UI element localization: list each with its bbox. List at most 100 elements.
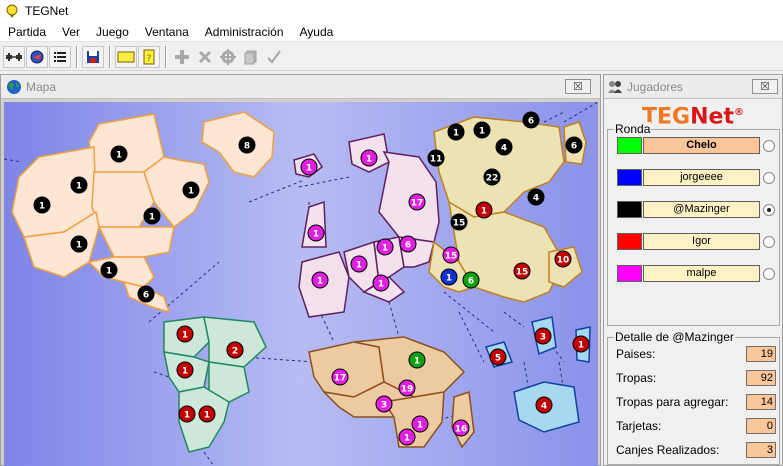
army-marker[interactable]: 6: [522, 111, 540, 129]
army-marker[interactable]: 1: [70, 235, 88, 253]
army-marker[interactable]: 6: [462, 271, 480, 289]
connect-button[interactable]: [3, 45, 25, 68]
army-count: 1: [382, 244, 388, 254]
check-button[interactable]: [263, 46, 285, 68]
army-marker[interactable]: 1: [70, 176, 88, 194]
settings-button[interactable]: [217, 46, 239, 68]
player-row[interactable]: Igor: [617, 232, 777, 252]
army-marker[interactable]: 1: [182, 181, 200, 199]
army-marker[interactable]: 1: [408, 351, 426, 369]
army-marker[interactable]: 8: [238, 136, 256, 154]
army-marker[interactable]: 11: [427, 149, 445, 167]
player-row[interactable]: Chelo: [617, 136, 777, 156]
detail-value: 0: [746, 418, 776, 434]
army-marker[interactable]: 1: [372, 274, 390, 292]
menu-administracion[interactable]: Administración: [197, 22, 292, 42]
player-name: @Mazinger: [643, 201, 760, 218]
army-count: 1: [204, 411, 210, 421]
toolbar: ?: [0, 43, 783, 71]
army-marker[interactable]: 6: [137, 285, 155, 303]
army-marker[interactable]: 1: [475, 201, 493, 219]
army-count: 1: [149, 213, 155, 223]
army-marker[interactable]: 17: [408, 193, 426, 211]
army-marker[interactable]: 1: [398, 428, 416, 446]
army-marker[interactable]: 1: [198, 405, 216, 423]
army-marker[interactable]: 1: [572, 335, 590, 353]
player-name: malpe: [643, 265, 760, 282]
card-button[interactable]: [115, 45, 137, 68]
player-color-swatch: [617, 169, 642, 186]
army-marker[interactable]: 1: [360, 149, 378, 167]
army-marker[interactable]: 1: [307, 224, 325, 242]
menu-juego[interactable]: Juego: [88, 22, 137, 42]
army-marker[interactable]: 4: [535, 396, 553, 414]
army-marker[interactable]: 1: [143, 207, 161, 225]
army-marker[interactable]: 3: [375, 395, 393, 413]
army-marker[interactable]: 15: [513, 262, 531, 280]
army-marker[interactable]: 1: [411, 415, 429, 433]
player-row[interactable]: jorgeeee: [617, 168, 777, 188]
army-marker[interactable]: 1: [350, 255, 368, 273]
army-marker[interactable]: 6: [399, 235, 417, 253]
army-marker[interactable]: 1: [473, 121, 491, 139]
army-marker[interactable]: 1: [447, 123, 465, 141]
army-marker[interactable]: 1: [100, 261, 118, 279]
player-select-radio[interactable]: [763, 140, 775, 152]
detail-value: 92: [746, 370, 776, 386]
save-button[interactable]: [82, 45, 104, 68]
army-marker[interactable]: 1: [33, 196, 51, 214]
army-marker[interactable]: 3: [534, 327, 552, 345]
player-select-radio[interactable]: [763, 204, 775, 216]
cancel-button[interactable]: [194, 46, 216, 68]
army-marker[interactable]: 10: [554, 250, 572, 268]
start-button[interactable]: [26, 45, 48, 68]
copy-icon: [244, 50, 257, 64]
mission-button[interactable]: ?: [138, 45, 160, 68]
menu-ver[interactable]: Ver: [54, 22, 88, 42]
army-marker[interactable]: 1: [376, 238, 394, 256]
world-map-canvas[interactable]: 1111111681 164 6112241511117111611151931 16…: [4, 102, 598, 466]
player-select-radio[interactable]: [763, 236, 775, 248]
menu-ventana[interactable]: Ventana: [137, 22, 197, 42]
army-marker[interactable]: 1: [110, 145, 128, 163]
player-select-radio[interactable]: [763, 172, 775, 184]
army-marker[interactable]: 16: [452, 419, 470, 437]
army-marker[interactable]: 4: [527, 188, 545, 206]
army-count: 1: [414, 357, 420, 367]
player-select-radio[interactable]: [763, 268, 775, 280]
globe-icon: [7, 79, 21, 94]
army-marker[interactable]: 19: [398, 379, 416, 397]
army-marker[interactable]: 6: [565, 136, 583, 154]
army-marker[interactable]: 22: [483, 168, 501, 186]
army-marker[interactable]: 17: [331, 368, 349, 386]
menu-partida[interactable]: Partida: [0, 22, 54, 42]
army-count: 1: [317, 277, 323, 287]
detail-row: Tropas: 92: [616, 368, 776, 388]
army-marker[interactable]: 1: [176, 325, 194, 343]
list-button[interactable]: [49, 45, 71, 68]
army-marker[interactable]: 5: [489, 348, 507, 366]
army-marker[interactable]: 1: [311, 271, 329, 289]
army-marker[interactable]: 1: [178, 405, 196, 423]
army-marker[interactable]: 15: [442, 246, 460, 264]
save-icon: [87, 50, 99, 63]
players-close-button[interactable]: ☒: [752, 79, 778, 94]
world-map[interactable]: 1 1 1 1 1 1 1 6 8 1 1 6 4 6 11 22 4 15 1 1 1 17 1 1 1 6 1 1 15 19 3 1 16…: [4, 102, 598, 466]
army-count: 6: [528, 117, 534, 127]
army-count: 6: [405, 241, 411, 251]
army-count: 17: [334, 374, 347, 384]
player-row[interactable]: @Mazinger: [617, 200, 777, 220]
army-marker[interactable]: 4: [495, 138, 513, 156]
army-count: 1: [453, 129, 459, 139]
add-button[interactable]: [171, 46, 193, 68]
army-marker[interactable]: 1: [440, 268, 458, 286]
map-close-button[interactable]: ☒: [565, 79, 591, 94]
menu-ayuda[interactable]: Ayuda: [292, 22, 342, 42]
army-marker[interactable]: 15: [450, 213, 468, 231]
copy-button[interactable]: [240, 46, 262, 68]
player-row[interactable]: malpe: [617, 264, 777, 284]
army-marker[interactable]: 2: [226, 341, 244, 359]
detail-label: Tropas:: [616, 371, 657, 385]
army-marker[interactable]: 1: [300, 158, 318, 176]
army-marker[interactable]: 1: [176, 361, 194, 379]
